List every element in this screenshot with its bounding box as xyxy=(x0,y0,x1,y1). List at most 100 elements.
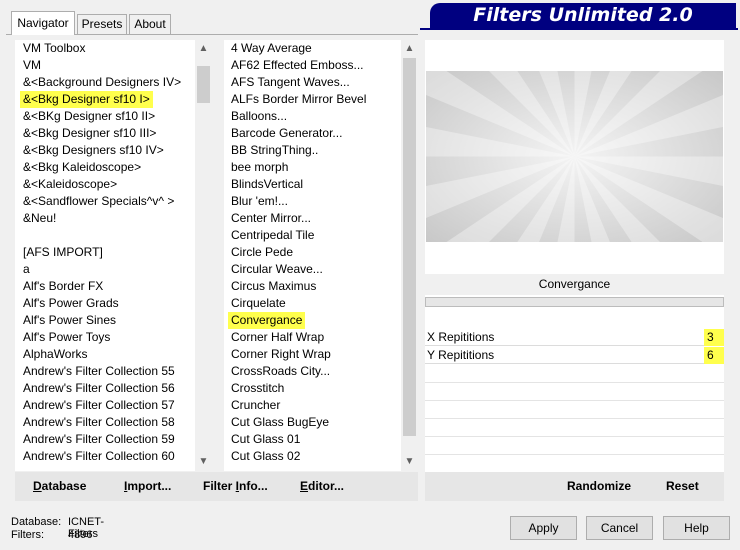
list-item[interactable]: Alf's Power Grads xyxy=(15,295,212,312)
list-item-label: Cirquelate xyxy=(231,296,286,310)
list-item[interactable]: BlindsVertical xyxy=(224,176,418,193)
list-item[interactable]: Andrew's Filter Collection 59 xyxy=(15,431,212,448)
list-item[interactable]: &<Bkg Designer sf10 III> xyxy=(15,125,212,142)
list-item[interactable]: Center Mirror... xyxy=(224,210,418,227)
list-item[interactable]: Andrew's Filter Collection 57 xyxy=(15,397,212,414)
list-item[interactable]: AlphaWorks xyxy=(15,346,212,363)
param-value[interactable]: 3 xyxy=(704,329,724,346)
list-item-label: bee morph xyxy=(231,160,289,174)
filter-info-pre: Filter xyxy=(203,479,236,493)
list-item[interactable]: &<BKg Designer sf10 II> xyxy=(15,108,212,125)
apply-button[interactable]: Apply xyxy=(510,516,577,540)
list-item[interactable]: Andrew's Filter Collection 58 xyxy=(15,414,212,431)
list-item[interactable]: &<Sandflower Specials^v^ > xyxy=(15,193,212,210)
filter-list[interactable]: 4 Way Average AF62 Effected Emboss... AFS … xyxy=(224,40,418,471)
list-item[interactable]: &<Background Designers IV> xyxy=(15,74,212,91)
chevron-up-icon[interactable]: ▲ xyxy=(195,40,212,57)
list-item[interactable]: VM Toolbox xyxy=(15,40,212,57)
list-item[interactable]: AFS Tangent Waves... xyxy=(224,74,418,91)
list-item[interactable]: Balloons... xyxy=(224,108,418,125)
tab-navigator[interactable]: Navigator xyxy=(11,11,75,35)
import-button[interactable]: Import... xyxy=(124,479,171,493)
database-status: Database: ICNET-Filters xyxy=(11,516,104,540)
list-item[interactable]: a xyxy=(15,261,212,278)
list-item[interactable]: Corner Half Wrap xyxy=(224,329,418,346)
list-item[interactable]: Cut Glass 01 xyxy=(224,431,418,448)
filters-status-value: 4896 xyxy=(68,529,93,541)
help-button[interactable]: Help xyxy=(663,516,730,540)
filters-status: Filters: 4896 xyxy=(11,529,92,541)
list-item[interactable]: Blur 'em!... xyxy=(224,193,418,210)
list-item[interactable]: Barcode Generator... xyxy=(224,125,418,142)
list-item-label: AFS Tangent Waves... xyxy=(231,75,350,89)
list-item[interactable]: Convergance xyxy=(224,312,418,329)
list-item-label: &<Kaleidoscope> xyxy=(23,177,118,191)
list-item[interactable]: AF62 Effected Emboss... xyxy=(224,57,418,74)
param-divider xyxy=(425,436,724,437)
list-item-label: Centripedal Tile xyxy=(231,228,315,242)
chevron-down-icon[interactable]: ▼ xyxy=(401,453,418,470)
list-item[interactable]: ALFs Border Mirror Bevel xyxy=(224,91,418,108)
list-item[interactable]: Alf's Border FX xyxy=(15,278,212,295)
tab-presets[interactable]: Presets xyxy=(77,14,127,34)
list-item[interactable]: Circle Pede xyxy=(224,244,418,261)
category-scroll-thumb[interactable] xyxy=(197,66,210,103)
param-row[interactable]: X Repititions 3 xyxy=(425,329,724,346)
list-item-label: 4 Way Average xyxy=(231,41,312,55)
category-list[interactable]: VM Toolbox VM &<Background Designers IV> &<… xyxy=(15,40,212,471)
list-item[interactable]: Cut Glass BugEye xyxy=(224,414,418,431)
list-item[interactable]: Alf's Power Toys xyxy=(15,329,212,346)
param-row[interactable]: Y Repititions 6 xyxy=(425,347,724,364)
param-value[interactable]: 6 xyxy=(704,347,724,364)
chevron-down-icon[interactable]: ▼ xyxy=(195,453,212,470)
list-item[interactable]: [AFS IMPORT] xyxy=(15,244,212,261)
category-scrollbar[interactable]: ▲ ▼ xyxy=(195,40,212,471)
list-item[interactable]: &<Bkg Kaleidoscope> xyxy=(15,159,212,176)
list-item[interactable]: CrossRoads City... xyxy=(224,363,418,380)
list-item[interactable]: Circus Maximus xyxy=(224,278,418,295)
cancel-button[interactable]: Cancel xyxy=(586,516,653,540)
list-item[interactable]: &<Kaleidoscope> xyxy=(15,176,212,193)
tab-about[interactable]: About xyxy=(129,14,171,34)
list-item[interactable] xyxy=(15,227,212,244)
randomize-button[interactable]: Randomize xyxy=(567,479,631,493)
list-item-label: VM Toolbox xyxy=(23,41,86,55)
list-item[interactable]: 4 Way Average xyxy=(224,40,418,57)
list-item[interactable]: Andrew's Filter Collection 55 xyxy=(15,363,212,380)
filter-info-button[interactable]: Filter Info... xyxy=(203,479,268,493)
list-item-label: &<Bkg Designer sf10 III> xyxy=(23,126,157,140)
list-item[interactable]: VM xyxy=(15,57,212,74)
list-item[interactable]: Circular Weave... xyxy=(224,261,418,278)
list-item[interactable]: Cirquelate xyxy=(224,295,418,312)
list-item-label: Balloons... xyxy=(231,109,288,123)
list-item[interactable]: BB StringThing.. xyxy=(224,142,418,159)
list-item[interactable]: Centripedal Tile xyxy=(224,227,418,244)
list-item-label: Barcode Generator... xyxy=(231,126,343,140)
import-label: mport... xyxy=(127,479,172,493)
list-item[interactable]: Crosstitch xyxy=(224,380,418,397)
database-button[interactable]: Database xyxy=(33,479,86,493)
list-item[interactable]: Cruncher xyxy=(224,397,418,414)
list-item[interactable]: bee morph xyxy=(224,159,418,176)
list-item[interactable]: Cut Glass 02 xyxy=(224,448,418,465)
list-item[interactable]: &<Bkg Designer sf10 I> xyxy=(15,91,212,108)
chevron-up-icon[interactable]: ▲ xyxy=(401,40,418,57)
list-item[interactable]: Corner Right Wrap xyxy=(224,346,418,363)
list-item[interactable]: Andrew's Filter Collection 60 xyxy=(15,448,212,465)
list-item[interactable]: &<Bkg Designers sf10 IV> xyxy=(15,142,212,159)
list-item[interactable]: Andrew's Filter Collection 56 xyxy=(15,380,212,397)
database-accel: D xyxy=(33,479,42,493)
list-item-label: Cut Glass BugEye xyxy=(231,415,330,429)
list-item-label: Cruncher xyxy=(231,398,281,412)
list-item-label: &<Bkg Kaleidoscope> xyxy=(23,160,142,174)
list-item-label: Center Mirror... xyxy=(231,211,312,225)
database-label: atabase xyxy=(41,479,87,493)
list-item[interactable]: Alf's Power Sines xyxy=(15,312,212,329)
filter-scroll-thumb[interactable] xyxy=(403,58,416,436)
list-item-label: BB StringThing.. xyxy=(231,143,319,157)
editor-button[interactable]: Editor... xyxy=(300,479,344,493)
filter-scrollbar[interactable]: ▲ ▼ xyxy=(401,40,418,471)
reset-button[interactable]: Reset xyxy=(666,479,699,493)
list-item-label: &<Bkg Designers sf10 IV> xyxy=(23,143,164,157)
list-item[interactable]: &Neu! xyxy=(15,210,212,227)
